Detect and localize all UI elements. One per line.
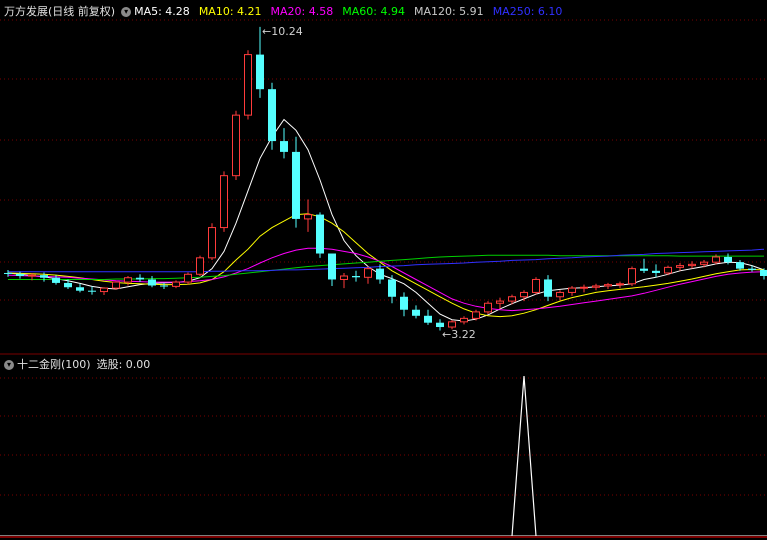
indicator-grid bbox=[0, 377, 767, 496]
ma-legend-item[interactable]: MA20: 4.58 bbox=[271, 5, 334, 18]
ma-legend-item[interactable]: MA5: 4.28 bbox=[134, 5, 190, 18]
ma-legend: MA5: 4.28 MA10: 4.21 MA20: 4.58 MA60: 4.94 M… bbox=[134, 5, 571, 18]
candle bbox=[364, 266, 372, 284]
candle bbox=[268, 82, 276, 150]
candlesticks bbox=[4, 26, 767, 331]
candle bbox=[304, 199, 312, 232]
ma5-line bbox=[7, 118, 765, 322]
candle bbox=[196, 255, 204, 276]
candle bbox=[64, 279, 72, 289]
ma60-line bbox=[8, 254, 764, 280]
high-price-label: ←10.24 bbox=[262, 24, 303, 38]
candle bbox=[124, 276, 132, 286]
candle bbox=[280, 128, 288, 159]
candle bbox=[736, 260, 744, 271]
low-price-label: ←3.22 bbox=[442, 328, 476, 342]
candle bbox=[472, 309, 480, 321]
ma-legend-item[interactable]: MA120: 5.91 bbox=[414, 5, 484, 18]
indicator-value: 选股: 0.00 bbox=[96, 358, 151, 371]
candle bbox=[616, 281, 624, 289]
candle bbox=[244, 50, 252, 120]
candle bbox=[412, 305, 420, 319]
price-grid bbox=[0, 19, 767, 301]
ma-legend-item[interactable]: MA10: 4.21 bbox=[199, 5, 262, 18]
candle bbox=[652, 264, 660, 278]
candle bbox=[184, 272, 192, 285]
candle bbox=[76, 283, 84, 293]
candle bbox=[640, 258, 648, 273]
ma10-line bbox=[7, 213, 765, 318]
signal-spike bbox=[511, 375, 537, 537]
candle bbox=[496, 297, 504, 309]
candle bbox=[424, 309, 432, 325]
candle bbox=[316, 212, 324, 258]
indicator-title[interactable]: 十二金刚(100) bbox=[17, 358, 91, 371]
candle bbox=[592, 283, 600, 291]
candle bbox=[484, 301, 492, 315]
candle bbox=[556, 290, 564, 301]
candle bbox=[112, 281, 120, 290]
candle bbox=[148, 276, 156, 288]
ma-settings-dropdown-icon[interactable]: ▾ bbox=[121, 7, 132, 17]
candle bbox=[100, 287, 108, 296]
candle bbox=[88, 286, 96, 295]
ma-legend-item[interactable]: MA250: 6.10 bbox=[493, 5, 563, 18]
arrow-left-icon: ← bbox=[262, 24, 272, 38]
candle bbox=[676, 263, 684, 271]
candle bbox=[220, 171, 228, 232]
stock-title[interactable]: 万方发展(日线 前复权) bbox=[4, 5, 115, 18]
ma-legend-item[interactable]: MA60: 4.94 bbox=[342, 5, 405, 18]
signal-line bbox=[0, 375, 767, 537]
candle bbox=[16, 271, 24, 279]
candle bbox=[460, 316, 468, 325]
candle bbox=[172, 280, 180, 289]
candle bbox=[136, 274, 144, 283]
candle bbox=[376, 264, 384, 284]
candle bbox=[4, 269, 12, 277]
indicator-header: ▾ 十二金刚(100) 选股: 0.00 bbox=[0, 356, 150, 374]
candle bbox=[580, 284, 588, 293]
price-chart[interactable] bbox=[0, 0, 767, 540]
candle bbox=[340, 272, 348, 289]
arrow-left-icon: ← bbox=[442, 328, 452, 342]
moving-average-lines bbox=[7, 118, 765, 322]
candle bbox=[688, 261, 696, 269]
candle bbox=[352, 270, 360, 282]
candle bbox=[544, 275, 552, 302]
candle bbox=[232, 110, 240, 180]
indicator-dropdown-icon[interactable]: ▾ bbox=[4, 360, 14, 370]
chart-header: 万方发展(日线 前复权) ▾ MA5: 4.28 MA10: 4.21 MA20: 4.… bbox=[0, 3, 571, 21]
candle bbox=[400, 292, 408, 317]
candle bbox=[292, 136, 300, 228]
candle bbox=[532, 277, 540, 295]
candle bbox=[568, 285, 576, 296]
candle bbox=[328, 253, 336, 286]
candle bbox=[604, 282, 612, 289]
candle bbox=[208, 223, 216, 260]
candle bbox=[160, 282, 168, 289]
candle bbox=[628, 266, 636, 286]
